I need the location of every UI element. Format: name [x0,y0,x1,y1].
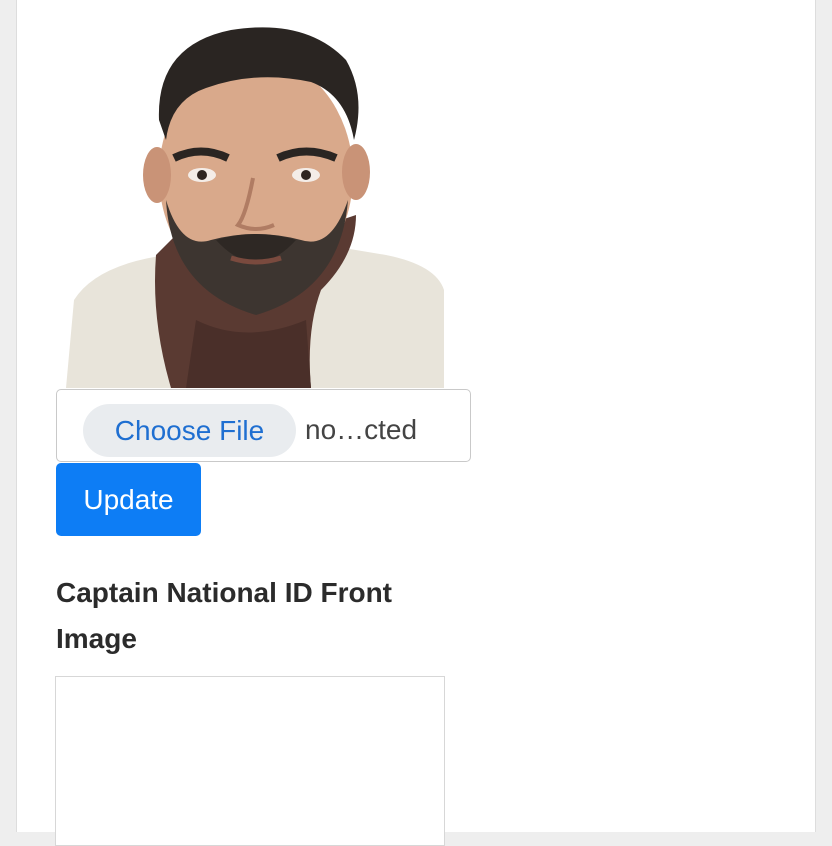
profile-card: Choose File no…cted Update Captain Natio… [16,0,816,846]
national-id-front-title: Captain National ID Front Image [56,577,392,654]
update-button[interactable]: Update [56,463,201,536]
choose-file-button[interactable]: Choose File [83,404,296,457]
national-id-front-image [55,676,445,846]
file-input[interactable]: Choose File no…cted [56,389,471,462]
profile-photo [56,0,444,388]
selected-file-name: no…cted [305,414,418,445]
person-photo-image [66,27,444,388]
